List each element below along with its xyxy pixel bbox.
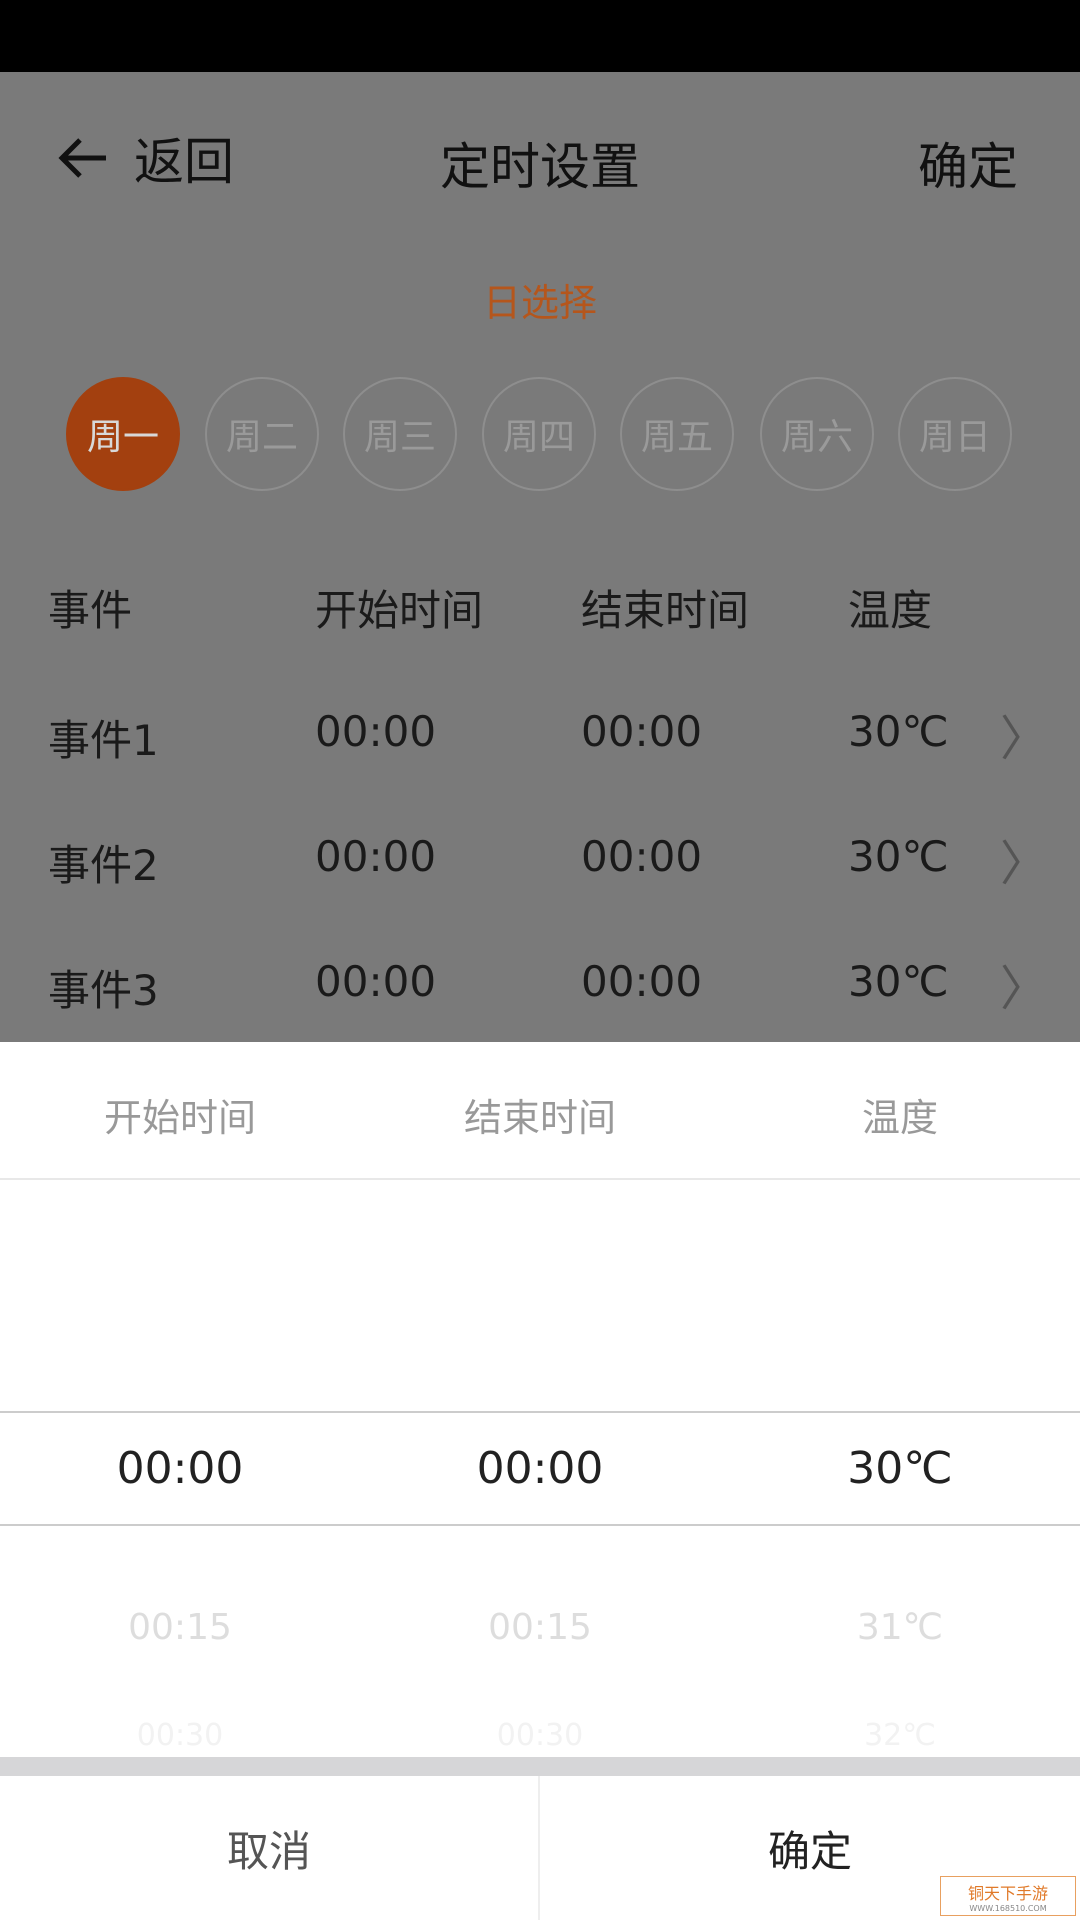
day-button[interactable]: 周二 — [205, 377, 319, 491]
temperature: 30℃ — [848, 957, 949, 1006]
watermark-text: 铜天下手游 — [967, 1883, 1048, 1903]
divider — [0, 1757, 1080, 1776]
header: 返回 定时设置 确定 — [0, 72, 1080, 242]
day-button[interactable]: 周六 — [760, 377, 874, 491]
start-time: 00:00 — [315, 957, 437, 1006]
day-button[interactable]: 周五 — [620, 377, 734, 491]
column-header: 结束时间 — [581, 586, 750, 635]
column-header: 事件 — [48, 586, 133, 635]
day-button[interactable]: 周一 — [66, 377, 180, 491]
watermark-url: WWW.168510.COM — [969, 1903, 1047, 1913]
page-title: 定时设置 — [440, 138, 640, 196]
event-name: 事件1 — [48, 716, 159, 765]
end-time: 00:00 — [581, 832, 703, 881]
wheel-option[interactable]: 31℃ — [720, 1607, 1080, 1648]
day-button[interactable]: 周四 — [482, 377, 596, 491]
end-time-wheel-value[interactable]: 00:00 — [360, 1443, 720, 1494]
table-row[interactable]: 事件1 00:00 00:00 30℃ 〉 — [0, 707, 1080, 767]
status-bar — [0, 0, 1080, 72]
schedule-page-dimmed: 返回 定时设置 确定 日选择 周一 周二 周三 周四 周五 周六 周日 事件 开… — [0, 72, 1080, 1042]
temperature: 30℃ — [848, 832, 949, 881]
chevron-right-icon: 〉 — [1000, 836, 1049, 892]
picker-column-label: 开始时间 — [103, 1096, 256, 1140]
watermark-logo: 铜天下手游 WWW.168510.COM — [940, 1876, 1076, 1916]
wheel-option[interactable]: 00:15 — [360, 1607, 720, 1648]
start-time-wheel-value[interactable]: 00:00 — [0, 1443, 360, 1494]
picker-column-label: 温度 — [861, 1096, 938, 1140]
back-label: 返回 — [134, 133, 234, 191]
day-button[interactable]: 周日 — [898, 377, 1012, 491]
wheel-option[interactable]: 32℃ — [720, 1718, 1080, 1753]
time-picker-sheet: 开始时间 结束时间 温度 00:00 00:00 30℃ 00:15 00:15… — [0, 1042, 1080, 1920]
day-button[interactable]: 周三 — [343, 377, 457, 491]
cancel-button[interactable]: 取消 — [0, 1776, 540, 1920]
picker-selection[interactable]: 00:00 00:00 30℃ — [0, 1411, 1080, 1526]
day-selector: 周一 周二 周三 周四 周五 周六 周日 — [0, 377, 1080, 497]
event-name: 事件3 — [48, 966, 159, 1015]
column-header: 开始时间 — [315, 586, 484, 635]
picker-actions: 取消 确定 — [0, 1776, 1080, 1920]
chevron-right-icon: 〉 — [1000, 711, 1049, 767]
end-time: 00:00 — [581, 707, 703, 756]
arrow-left-icon — [58, 138, 106, 178]
start-time: 00:00 — [315, 832, 437, 881]
temperature: 30℃ — [848, 707, 949, 756]
column-header: 温度 — [848, 586, 933, 635]
chevron-right-icon: 〉 — [1000, 961, 1049, 1017]
picker-header: 开始时间 结束时间 温度 — [0, 1042, 1080, 1180]
wheel-option[interactable]: 00:30 — [0, 1718, 360, 1753]
end-time: 00:00 — [581, 957, 703, 1006]
temperature-wheel-value[interactable]: 30℃ — [720, 1443, 1080, 1494]
picker-column-label: 结束时间 — [463, 1096, 616, 1140]
header-confirm-button[interactable]: 确定 — [918, 127, 1018, 199]
event-name: 事件2 — [48, 841, 159, 890]
day-select-label: 日选择 — [482, 281, 597, 325]
table-header: 事件 开始时间 结束时间 温度 — [0, 577, 1080, 635]
start-time: 00:00 — [315, 707, 437, 756]
back-button[interactable]: 返回 — [56, 122, 234, 194]
table-row[interactable]: 事件2 00:00 00:00 30℃ 〉 — [0, 832, 1080, 892]
wheel-option[interactable]: 00:15 — [0, 1607, 360, 1648]
wheel-option[interactable]: 00:30 — [360, 1718, 720, 1753]
table-row[interactable]: 事件3 00:00 00:00 30℃ 〉 — [0, 957, 1080, 1017]
